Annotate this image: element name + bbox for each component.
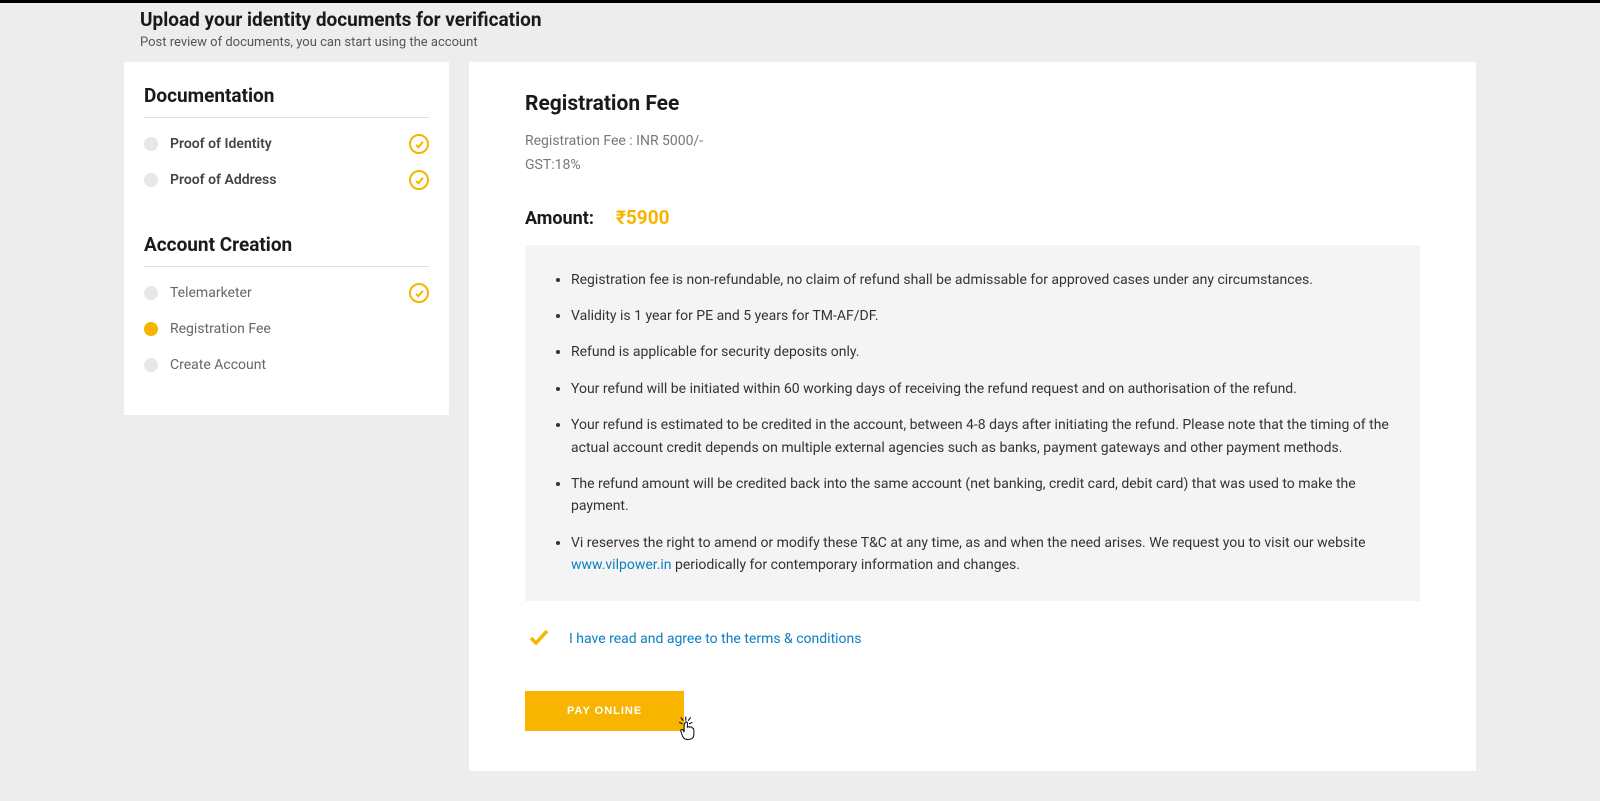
- amount-label: Amount:: [525, 208, 594, 229]
- amount-row: Amount: ₹5900: [525, 206, 1420, 229]
- sidebar-section-documentation: Documentation Proof of Identity Proof of…: [144, 84, 429, 188]
- terms-text-prefix: Vi reserves the right to amend or modify…: [571, 535, 1366, 551]
- pay-button-label: PAY ONLINE: [567, 705, 642, 717]
- terms-box: Registration fee is non-refundable, no c…: [525, 245, 1420, 601]
- sidebar-item-telemarketer[interactable]: Telemarketer: [144, 285, 429, 301]
- page-title: Upload your identity documents for verif…: [140, 8, 1460, 31]
- step-bullet-icon: [144, 137, 158, 151]
- terms-link[interactable]: www.vilpower.in: [571, 557, 672, 573]
- fee-info: Registration Fee : INR 5000/- GST:18%: [525, 130, 1420, 178]
- sidebar-section-account-creation: Account Creation Telemarketer Registrati…: [144, 233, 429, 373]
- sidebar-item-proof-of-identity[interactable]: Proof of Identity: [144, 136, 429, 152]
- page-header: Upload your identity documents for verif…: [0, 3, 1600, 62]
- sidebar-item-label: Proof of Address: [170, 172, 276, 188]
- step-bullet-icon: [144, 173, 158, 187]
- step-bullet-icon: [144, 286, 158, 300]
- sidebar-section-title: Documentation: [144, 84, 429, 118]
- terms-item: Your refund will be initiated within 60 …: [571, 378, 1392, 400]
- main-title: Registration Fee: [525, 92, 1420, 116]
- sidebar-item-proof-of-address[interactable]: Proof of Address: [144, 172, 429, 188]
- check-circle-icon: [409, 170, 429, 190]
- sidebar-item-label: Registration Fee: [170, 321, 271, 337]
- agree-text: I have read and agree to the terms & con…: [569, 631, 862, 647]
- check-circle-icon: [409, 134, 429, 154]
- main-panel: Registration Fee Registration Fee : INR …: [469, 62, 1476, 771]
- sidebar-item-label: Create Account: [170, 357, 266, 373]
- check-circle-icon: [409, 283, 429, 303]
- sidebar-section-title: Account Creation: [144, 233, 429, 267]
- sidebar-item-registration-fee[interactable]: Registration Fee: [144, 321, 429, 337]
- terms-item: Refund is applicable for security deposi…: [571, 341, 1392, 363]
- agree-row[interactable]: I have read and agree to the terms & con…: [525, 625, 1420, 653]
- amount-value: ₹5900: [616, 206, 670, 229]
- terms-item: The refund amount will be credited back …: [571, 473, 1392, 518]
- step-bullet-icon: [144, 358, 158, 372]
- fee-line: Registration Fee : INR 5000/-: [525, 130, 1420, 154]
- step-bullet-icon: [144, 322, 158, 336]
- sidebar: Documentation Proof of Identity Proof of…: [124, 62, 449, 415]
- cursor-pointer-icon: [676, 715, 702, 741]
- page-subtitle: Post review of documents, you can start …: [140, 35, 1460, 50]
- terms-text-suffix: periodically for contemporary informatio…: [672, 557, 1020, 573]
- terms-item: Your refund is estimated to be credited …: [571, 414, 1392, 459]
- terms-item: Validity is 1 year for PE and 5 years fo…: [571, 305, 1392, 327]
- terms-item-with-link: Vi reserves the right to amend or modify…: [571, 532, 1392, 577]
- pay-online-button[interactable]: PAY ONLINE: [525, 691, 684, 731]
- sidebar-item-label: Telemarketer: [170, 285, 252, 301]
- checkmark-icon: [527, 625, 551, 653]
- sidebar-item-create-account[interactable]: Create Account: [144, 357, 429, 373]
- sidebar-item-label: Proof of Identity: [170, 136, 272, 152]
- gst-line: GST:18%: [525, 154, 1420, 178]
- terms-item: Registration fee is non-refundable, no c…: [571, 269, 1392, 291]
